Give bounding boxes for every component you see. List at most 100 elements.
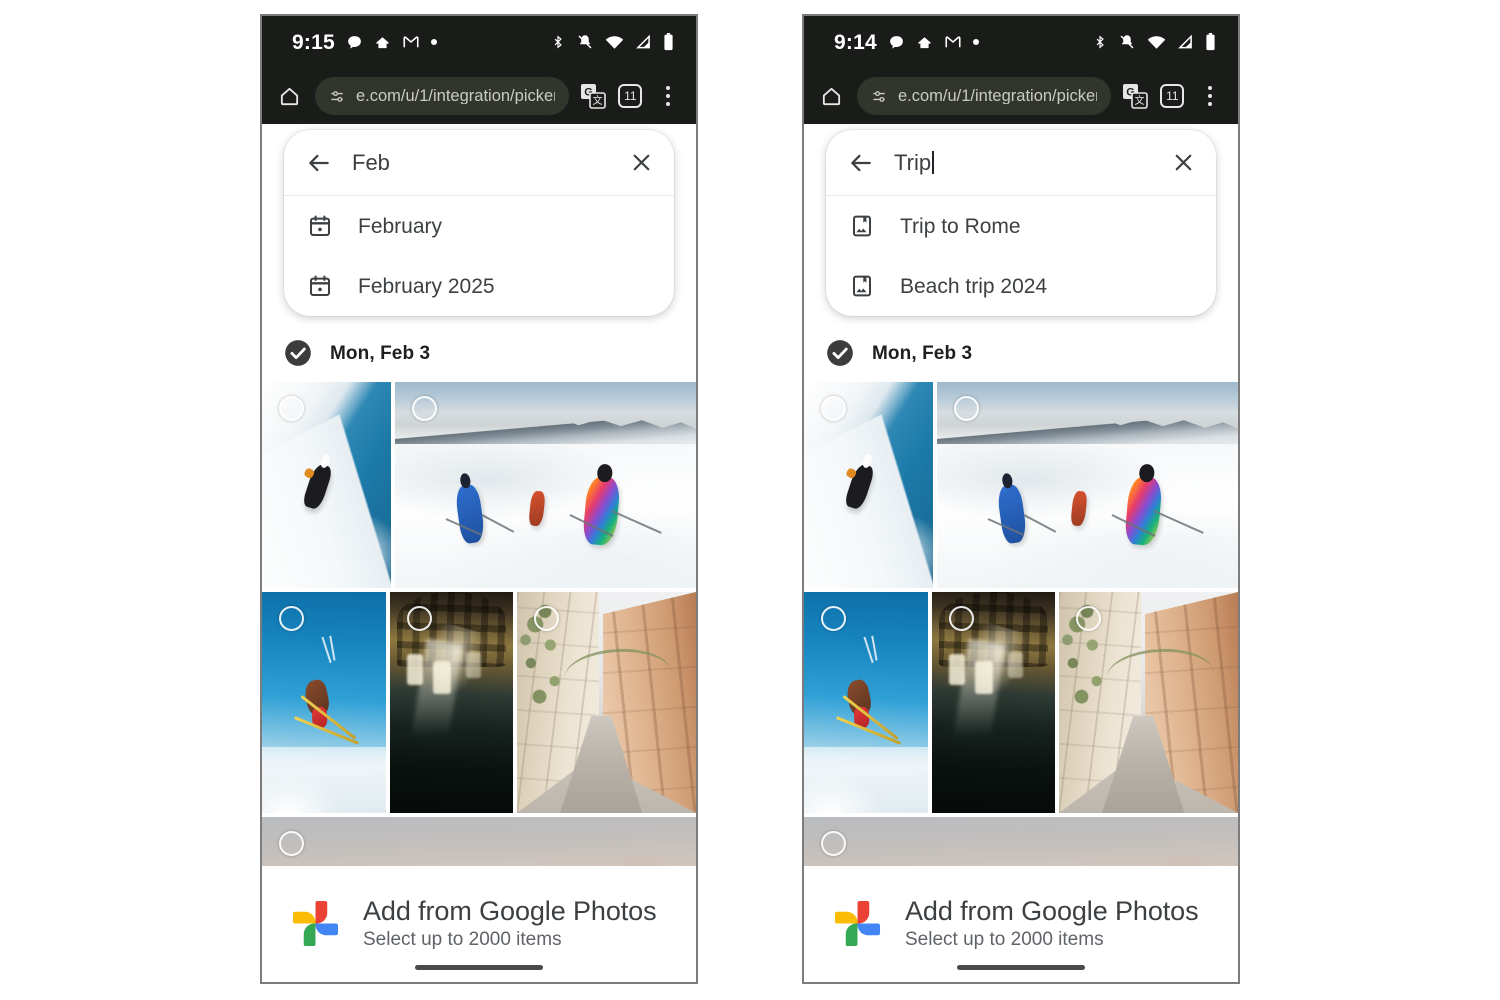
selection-circle-icon[interactable] [821,396,846,421]
dot-icon [430,39,437,45]
url-text: e.com/u/1/integration/picker/s [355,87,555,105]
selection-circle-icon[interactable] [279,606,304,631]
selection-circle-icon[interactable] [954,396,979,421]
calendar-icon [306,214,334,238]
browser-menu-button[interactable] [1196,86,1224,106]
date-section-header: Mon, Feb 3 [262,324,696,382]
photo-basilica-interior[interactable] [931,592,1056,813]
google-photos-logo [292,901,339,947]
tab-count-label: 11 [1160,84,1185,108]
photo-skier-on-slope[interactable] [804,382,933,588]
status-bar-clock: 9:14 [834,30,877,54]
tab-switcher-button[interactable]: 11 [616,84,644,108]
back-arrow-icon[interactable] [848,150,874,176]
translate-button[interactable]: G 文 [579,83,607,109]
date-label: Mon, Feb 3 [330,342,431,364]
photo-ski-panorama[interactable] [937,382,1238,588]
photo-ski-jump[interactable] [262,592,386,813]
url-bar[interactable]: e.com/u/1/integration/picker/s [315,77,569,115]
browser-toolbar: e.com/u/1/integration/picker/s G 文 11 [804,68,1238,124]
photo-basilica-interior[interactable] [389,592,514,813]
photo-skier-on-slope[interactable] [262,382,391,588]
overflow-menu-icon [1208,86,1213,106]
photo-grid-row [262,592,696,813]
selection-circle-icon[interactable] [279,396,304,421]
photo-ski-panorama[interactable] [395,382,696,588]
search-suggestion-item[interactable]: Trip to Rome [826,196,1216,256]
check-circle-filled-icon[interactable] [284,339,312,367]
search-suggestion-item[interactable]: Beach trip 2024 [826,256,1216,316]
chat-bubble-icon [347,35,361,49]
selection-circle-icon[interactable] [821,606,846,631]
translate-button[interactable]: G 文 [1121,83,1149,109]
search-input-row[interactable]: Trip [826,130,1216,196]
album-photo-icon [848,274,876,298]
search-input[interactable]: Trip [894,151,1151,174]
chat-bubble-icon [889,35,903,49]
selection-circle-icon[interactable] [406,606,432,631]
add-from-google-photos-sheet[interactable]: Add from Google Photos Select up to 2000… [804,866,1238,982]
status-bar: 9:15 [262,16,696,68]
photo-rome-street[interactable] [1059,592,1238,813]
search-input[interactable]: Feb [352,151,609,174]
calendar-icon [306,274,334,298]
page-info-tune-icon [873,90,886,102]
gesture-navigation-bar[interactable] [957,965,1085,970]
back-arrow-icon[interactable] [306,150,332,176]
gmail-icon [945,36,961,48]
close-icon[interactable] [629,150,654,175]
sheet-title: Add from Google Photos [363,895,657,926]
phone-mockup-left: 9:15 e.com/u/1/integration/picker/s G 文 … [260,14,698,984]
selection-circle-icon[interactable] [821,831,846,856]
gesture-navigation-bar[interactable] [415,965,543,970]
home-icon [281,87,299,105]
bluetooth-icon [554,35,562,49]
url-text: e.com/u/1/integration/picker/s [897,87,1097,105]
dot-icon [972,39,979,45]
status-bar-right [1093,33,1216,51]
add-from-google-photos-sheet[interactable]: Add from Google Photos Select up to 2000… [262,866,696,982]
suggestion-label: Trip to Rome [900,214,1021,238]
album-photo-icon [848,214,876,238]
photo-grid-row [804,382,1238,588]
home-icon [823,87,841,105]
status-bar-clock: 9:15 [292,30,335,54]
svg-text:文: 文 [592,94,602,107]
search-input-row[interactable]: Feb [284,130,674,196]
selection-circle-icon[interactable] [412,396,437,421]
suggestion-label: February 2025 [358,274,495,298]
screenshot-stage: 9:15 e.com/u/1/integration/picker/s G 文 … [0,0,1500,1000]
text-caret [932,151,934,174]
wifi-icon [605,36,624,49]
picker-page: Mon, Feb 3 Trip Trip to Rome Beach trip … [804,124,1238,982]
check-circle-filled-icon[interactable] [826,339,854,367]
page-info-tune-icon [331,90,344,102]
selection-circle-icon[interactable] [279,831,304,856]
photo-grid-row [804,592,1238,813]
cell-signal-icon [636,34,650,49]
selection-circle-icon[interactable] [948,606,974,631]
status-bar: 9:14 [804,16,1238,68]
selection-circle-icon[interactable] [534,606,560,631]
photo-rome-street[interactable] [517,592,696,813]
tab-switcher-button[interactable]: 11 [1158,84,1186,108]
overflow-menu-icon [666,86,671,106]
wifi-icon [1147,36,1166,49]
nest-home-icon [918,36,931,48]
browser-home-button[interactable] [274,85,305,108]
close-icon[interactable] [1171,150,1196,175]
battery-icon [664,33,673,51]
ringer-vibrate-icon [1120,35,1134,49]
search-query-text: Trip [894,149,932,175]
browser-home-button[interactable] [816,85,847,108]
search-suggestion-item[interactable]: February [284,196,674,256]
photo-artwork [937,382,1238,588]
selection-circle-icon[interactable] [1076,606,1102,631]
url-bar[interactable]: e.com/u/1/integration/picker/s [857,77,1111,115]
browser-menu-button[interactable] [654,86,682,106]
date-label: Mon, Feb 3 [872,342,973,364]
sheet-subtitle: Select up to 2000 items [905,929,1104,951]
photo-ski-jump[interactable] [804,592,928,813]
search-suggestion-item[interactable]: February 2025 [284,256,674,316]
photo-artwork [395,382,696,588]
